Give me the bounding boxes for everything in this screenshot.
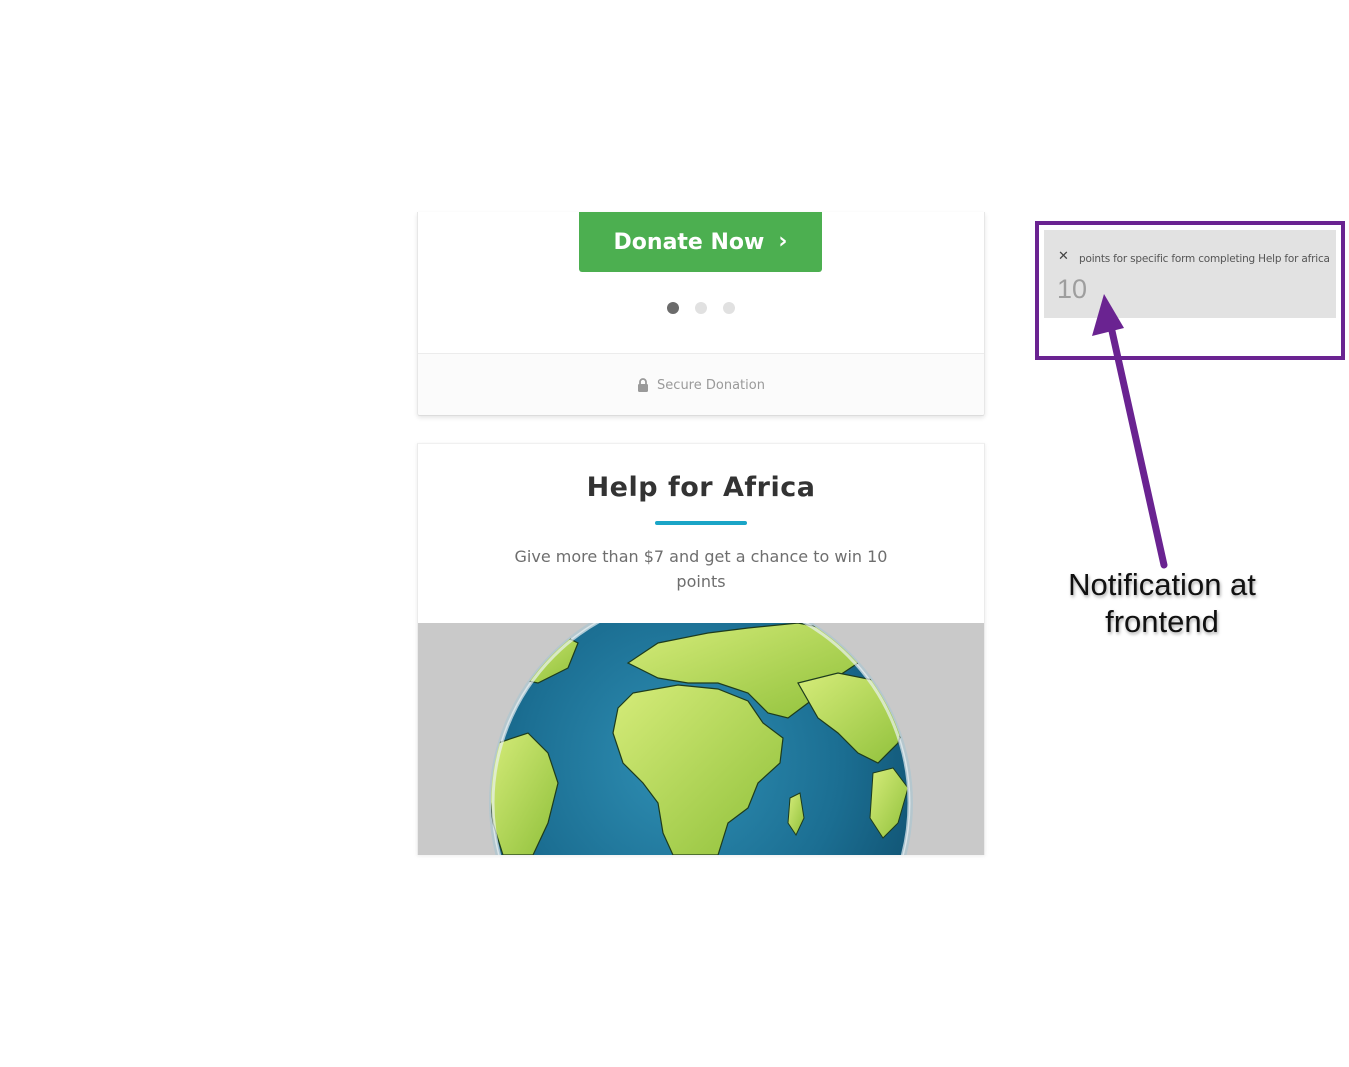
donation-form-card: Help for Africa Give more than $7 and ge… — [417, 443, 985, 855]
title-underline — [655, 521, 747, 525]
form-description: Give more than $7 and get a chance to wi… — [514, 547, 888, 591]
annotation-label: Notification at frontend — [1040, 566, 1284, 640]
donation-form-card-top: Donate Now › Secure Donation — [417, 212, 985, 416]
carousel-dot-2[interactable] — [695, 302, 707, 314]
secure-donation-label: Secure Donation — [657, 377, 765, 393]
donate-now-label: Donate Now — [613, 229, 765, 255]
secure-donation-bar: Secure Donation — [418, 353, 984, 415]
notification-message: points for specific form completing Help… — [1079, 253, 1330, 265]
carousel-dot-1[interactable] — [667, 302, 679, 314]
carousel-dot-3[interactable] — [723, 302, 735, 314]
chevron-right-icon: › — [778, 229, 788, 254]
annotation-label-line2: frontend — [1105, 604, 1219, 639]
donate-now-button[interactable]: Donate Now › — [579, 212, 822, 272]
close-icon[interactable]: ✕ — [1058, 250, 1069, 263]
annotation-label-line1: Notification at — [1068, 567, 1256, 602]
points-notification: ✕ points for specific form completing He… — [1044, 230, 1336, 318]
notification-highlight-frame: ✕ points for specific form completing He… — [1035, 221, 1345, 360]
notification-points: 10 — [1057, 274, 1088, 304]
page: Donate Now › Secure Donation Help for Af… — [0, 0, 1349, 1067]
form-title: Help for Africa — [586, 472, 816, 503]
globe-africa-image — [418, 623, 984, 855]
carousel-dots — [418, 302, 984, 314]
lock-icon — [637, 378, 649, 392]
